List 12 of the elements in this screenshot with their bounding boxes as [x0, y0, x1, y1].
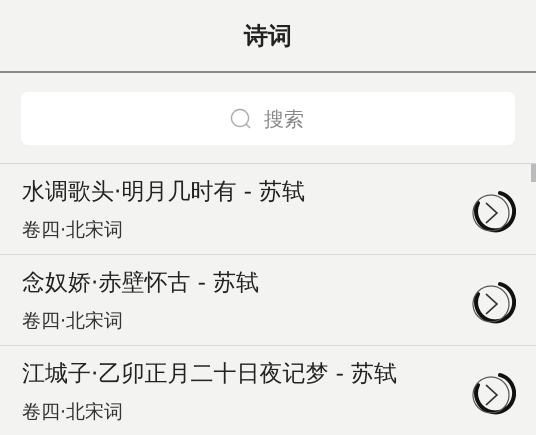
chevron-circle-icon[interactable]	[470, 189, 516, 235]
poem-title[interactable]: 水调歌头·明月几时有 - 苏轼	[22, 176, 470, 206]
page-title: 诗词	[244, 20, 292, 52]
poem-source: 卷四·北宋词	[22, 218, 124, 242]
poem-source: 卷四·北宋词	[22, 308, 124, 334]
chevron-circle-icon[interactable]	[470, 371, 516, 417]
poem-source: 卷四·北宋词	[22, 400, 124, 424]
poem-title[interactable]: 念奴娇·赤壁怀古 - 苏轼	[22, 266, 470, 298]
search-field[interactable]: 搜索	[21, 92, 515, 145]
poem-title[interactable]: 江城子·乙卯正月二十日夜记梦 - 苏轼	[22, 358, 470, 388]
scroll-thumb[interactable]	[531, 164, 536, 182]
chevron-circle-icon[interactable]	[470, 280, 516, 326]
